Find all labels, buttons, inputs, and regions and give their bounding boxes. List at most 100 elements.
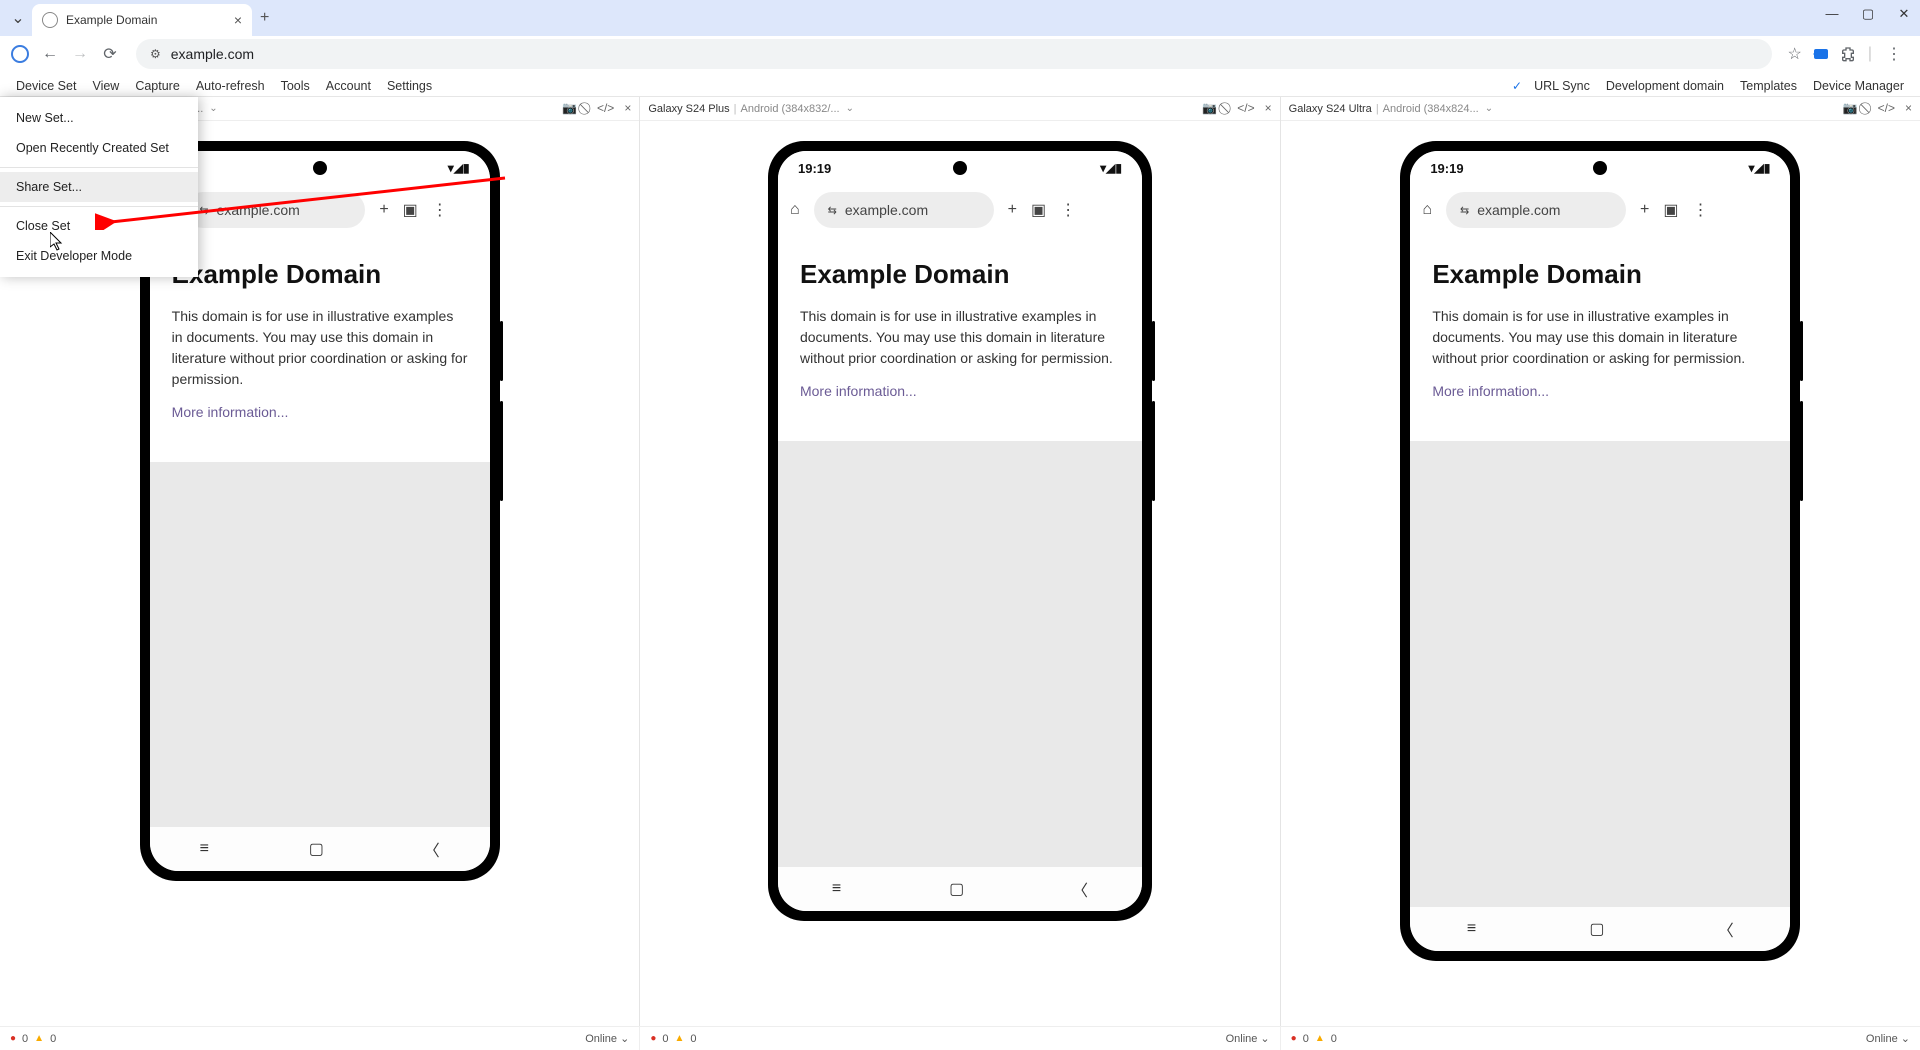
recent-apps-icon[interactable]: ≡ (200, 840, 209, 858)
minimize-button[interactable]: — (1822, 6, 1842, 22)
site-settings-icon[interactable]: ⚙ (150, 47, 161, 61)
menu-item-new-set[interactable]: New Set... (0, 103, 198, 133)
menu-item-exit-dev[interactable]: Exit Developer Mode (0, 241, 198, 271)
chevron-down-icon[interactable]: ⌄ (209, 103, 217, 114)
menu-view[interactable]: View (84, 75, 127, 97)
page-body: This domain is for use in illustrative e… (172, 306, 468, 390)
status-icons: ▾◢▮ (448, 161, 470, 175)
home-nav-icon[interactable]: ▢ (1589, 919, 1604, 939)
menu-tools[interactable]: Tools (273, 75, 318, 97)
home-nav-icon[interactable]: ▢ (949, 879, 964, 899)
maximize-button[interactable]: ▢ (1858, 6, 1878, 22)
clock: 19:19 (798, 161, 831, 176)
browser-tab[interactable]: Example Domain × (32, 4, 252, 36)
bookmark-icon[interactable]: ☆ (1788, 44, 1802, 64)
online-status[interactable]: Online ⌄ (585, 1032, 629, 1045)
page-body: This domain is for use in illustrative e… (1432, 306, 1768, 369)
extensions-icon[interactable] (1840, 46, 1856, 62)
chrome-menu-icon[interactable]: ⋮ (1884, 44, 1904, 64)
plus-icon[interactable]: + (1008, 201, 1017, 219)
phone-navbar: ≡ ▢ 〈 (1410, 907, 1790, 951)
reload-button[interactable]: ⟳ (100, 44, 120, 64)
code-icon[interactable]: </> (1878, 101, 1895, 116)
warning-icon: ▲ (34, 1033, 44, 1044)
recent-apps-icon[interactable]: ≡ (832, 880, 841, 898)
menu-dots-icon[interactable]: ⋮ (1060, 200, 1076, 220)
menu-templates[interactable]: Templates (1732, 75, 1805, 97)
camera-icon[interactable]: 📷 (562, 101, 577, 116)
menu-device-set[interactable]: Device Set (8, 75, 84, 97)
more-info-link[interactable]: More information... (1432, 383, 1549, 399)
online-status[interactable]: Online ⌄ (1226, 1032, 1270, 1045)
address-bar[interactable]: ⚙ example.com (136, 39, 1772, 69)
error-icon: ● (1291, 1033, 1297, 1044)
back-nav-icon[interactable]: 〈 (424, 837, 440, 861)
menu-item-share-set[interactable]: Share Set... (0, 172, 198, 202)
home-icon[interactable]: ⌂ (1422, 201, 1432, 219)
phone-browser-bar: ⌂ ⇆ example.com + ▣ ⋮ (150, 185, 490, 235)
check-icon: ✓ (1512, 79, 1522, 93)
device-name: Galaxy S24 Plus (648, 103, 729, 115)
back-button[interactable]: ← (40, 44, 60, 64)
menu-dev-domain[interactable]: Development domain (1598, 75, 1732, 97)
camera-icon[interactable]: 📷 (1843, 101, 1858, 116)
page-heading: Example Domain (1432, 259, 1768, 290)
device-spec: Android (384x824... (1383, 103, 1479, 115)
close-panel-icon[interactable]: × (1905, 101, 1912, 116)
phone-url: example.com (1477, 202, 1560, 218)
code-icon[interactable]: </> (597, 101, 614, 116)
menu-item-open-recent[interactable]: Open Recently Created Set (0, 133, 198, 163)
phone-frame: 19:19 ▾◢▮ ⌂ ⇆ example.com + ▣ ⋮ (768, 141, 1152, 921)
globe-icon (42, 12, 58, 28)
panel-header: Galaxy S24 Ultra | Android (384x824... ⌄… (1281, 97, 1920, 121)
close-window-button[interactable]: ✕ (1894, 6, 1914, 22)
chevron-down-icon[interactable]: ⌄ (846, 103, 854, 114)
plus-icon[interactable]: + (379, 201, 388, 219)
phone-url-pill[interactable]: ⇆ example.com (814, 192, 994, 228)
home-icon[interactable]: ⌂ (790, 201, 800, 219)
back-nav-icon[interactable]: 〈 (1718, 917, 1734, 941)
home-nav-icon[interactable]: ▢ (309, 839, 324, 859)
forward-button[interactable]: → (70, 44, 90, 64)
menu-dots-icon[interactable]: ⋮ (432, 200, 448, 220)
recent-apps-icon[interactable]: ≡ (1467, 920, 1476, 938)
camera-icon[interactable]: 📷 (1202, 101, 1217, 116)
chrome-titlebar: ⌄ Example Domain × + — ▢ ✕ (0, 0, 1920, 36)
code-icon[interactable]: </> (1237, 101, 1254, 116)
page-heading: Example Domain (172, 259, 468, 290)
plus-icon[interactable]: + (1640, 201, 1649, 219)
error-count: 0 (22, 1033, 28, 1045)
phone-url-pill[interactable]: ⇆ example.com (1446, 192, 1626, 228)
tab-title: Example Domain (66, 13, 226, 27)
menu-auto-refresh[interactable]: Auto-refresh (188, 75, 273, 97)
close-panel-icon[interactable]: × (624, 101, 631, 116)
menu-item-close-set[interactable]: Close Set (0, 211, 198, 241)
tab-search-button[interactable]: ⌄ (8, 8, 28, 28)
clock: 19:19 (1430, 161, 1463, 176)
chevron-down-icon[interactable]: ⌄ (1485, 103, 1493, 114)
phone-url-pill[interactable]: ⇆ example.com (185, 192, 365, 228)
warning-count: 0 (1331, 1033, 1337, 1045)
new-tab-button[interactable]: + (260, 9, 269, 27)
back-nav-icon[interactable]: 〈 (1072, 877, 1088, 901)
tabs-icon[interactable]: ▣ (1031, 200, 1046, 220)
device-panels: p... ⌄ 📷 ⃠ </> × 9 ▾◢▮ ⌂ (0, 96, 1920, 1026)
more-info-link[interactable]: More information... (172, 404, 289, 420)
camera-extension-icon[interactable] (1814, 49, 1828, 59)
menu-dots-icon[interactable]: ⋮ (1692, 200, 1708, 220)
close-tab-icon[interactable]: × (234, 12, 242, 28)
menu-url-sync[interactable]: URL Sync (1526, 75, 1598, 97)
page-content: Example Domain This domain is for use in… (1410, 235, 1790, 441)
menu-settings[interactable]: Settings (379, 75, 440, 97)
more-info-link[interactable]: More information... (800, 383, 917, 399)
online-status[interactable]: Online ⌄ (1866, 1032, 1910, 1045)
close-panel-icon[interactable]: × (1265, 101, 1272, 116)
tabs-icon[interactable]: ▣ (1663, 200, 1678, 220)
camera-cutout (313, 161, 327, 175)
menu-account[interactable]: Account (318, 75, 379, 97)
tune-icon: ⇆ (828, 204, 837, 217)
tabs-icon[interactable]: ▣ (403, 200, 418, 220)
phone-url: example.com (845, 202, 928, 218)
menu-capture[interactable]: Capture (127, 75, 187, 97)
menu-device-manager[interactable]: Device Manager (1805, 75, 1912, 97)
